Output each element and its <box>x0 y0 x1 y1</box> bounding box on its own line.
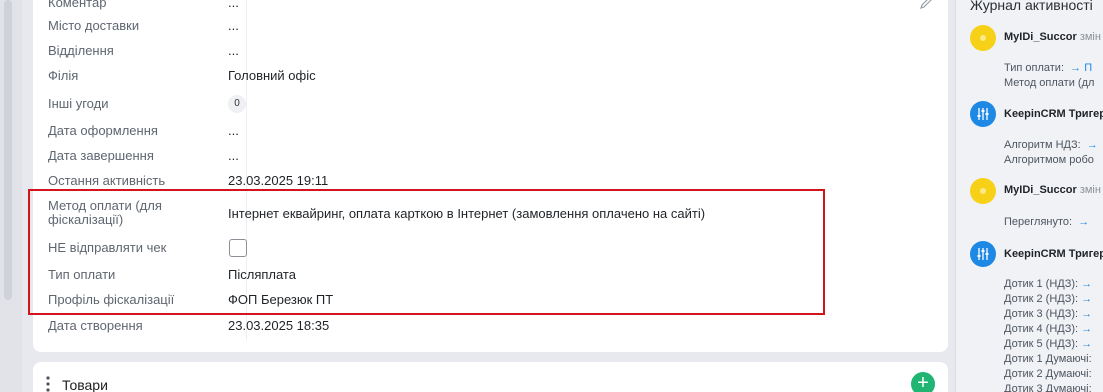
field-label: Профіль фіскалізації <box>48 292 175 307</box>
pencil-icon[interactable] <box>919 0 933 10</box>
activity-line: Дотик 2 Думаючі: <box>1004 368 1092 380</box>
activity-user[interactable]: KeepinCRM Тригер <box>1004 248 1103 260</box>
field-value[interactable]: ФОП Березюк ПТ <box>228 293 333 307</box>
sliders-icon[interactable] <box>970 241 996 267</box>
activity-title: Журнал активності <box>970 0 1093 13</box>
add-goods-button[interactable]: + <box>911 372 935 392</box>
count-badge[interactable]: 0 <box>228 95 246 113</box>
field-label: Дата завершення <box>48 148 154 163</box>
field-label-continued: фіскалізації) <box>48 212 124 227</box>
activity-line: Дотик 5 (НДЗ): → <box>1004 338 1093 350</box>
left-strip <box>0 0 22 392</box>
activity-line: Алгоритм НДЗ: → <box>1004 139 1098 151</box>
vertical-dots-icon[interactable] <box>46 376 50 392</box>
field-value[interactable]: ... <box>228 0 239 10</box>
field-label: Відділення <box>48 43 114 58</box>
field-value[interactable]: Головний офіс <box>228 69 316 83</box>
field-label: Коментар <box>48 0 107 10</box>
goods-section: Товари + <box>33 362 948 392</box>
field-value[interactable]: ... <box>228 19 239 33</box>
field-value: 23.03.2025 19:11 <box>228 173 329 188</box>
field-label: Філія <box>48 68 79 83</box>
activity-line: Дотик 2 (НДЗ): → <box>1004 293 1093 305</box>
activity-user[interactable]: MyIDi_Succor змін <box>1004 31 1101 43</box>
sliders-icon[interactable] <box>970 101 996 127</box>
field-value[interactable]: Післяплата <box>228 268 296 282</box>
activity-line: Алгоритмом робо <box>1004 154 1094 166</box>
field-label: НЕ відправляти чек <box>48 240 167 255</box>
field-label: Метод оплати (для <box>48 198 162 213</box>
activity-line: Дотик 4 (НДЗ): → <box>1004 323 1093 335</box>
scrollbar-thumb[interactable] <box>4 0 12 300</box>
column-divider <box>246 0 247 340</box>
field-label: Остання активність <box>48 173 166 188</box>
no-receipt-checkbox[interactable] <box>229 239 247 257</box>
field-label: Дата створення <box>48 318 143 333</box>
field-value[interactable]: Інтернет еквайринг, оплата карткою в Інт… <box>228 207 705 221</box>
field-label: Дата оформлення <box>48 123 158 138</box>
activity-line: Дотик 1 (НДЗ): → <box>1004 278 1093 290</box>
field-value[interactable]: ... <box>228 44 239 58</box>
activity-line: Тип оплати: → П <box>1004 62 1093 74</box>
deal-details-card: Коментар ... Місто доставки ... Відділен… <box>33 0 948 352</box>
activity-line: Дотик 1 Думаючі: <box>1004 353 1092 365</box>
activity-user[interactable]: MyIDi_Succor змін <box>1004 184 1101 196</box>
avatar[interactable] <box>970 25 996 51</box>
activity-line: Дотик 3 Думаючі: <box>1004 383 1092 392</box>
activity-line: Метод оплати (дл <box>1004 77 1095 89</box>
activity-panel: Журнал активності MyIDi_Succor змін Тип … <box>956 0 1103 392</box>
activity-line: Переглянуто: → <box>1004 216 1090 228</box>
field-value[interactable]: ... <box>228 149 239 163</box>
field-value[interactable]: ... <box>228 124 239 138</box>
avatar[interactable] <box>970 178 996 204</box>
field-label: Інші угоди <box>48 96 109 111</box>
field-label: Місто доставки <box>48 18 140 33</box>
activity-user[interactable]: KeepinCRM Тригер <box>1004 108 1103 120</box>
field-value: 23.03.2025 18:35 <box>228 318 330 333</box>
goods-title: Товари <box>62 377 108 392</box>
activity-line: Дотик 3 (НДЗ): → <box>1004 308 1093 320</box>
field-label: Тип оплати <box>48 267 116 282</box>
